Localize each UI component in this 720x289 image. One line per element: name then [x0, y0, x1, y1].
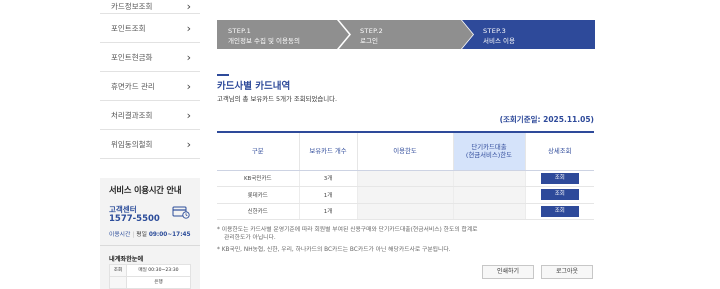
- hours-label: 이용시간: [109, 232, 131, 239]
- view-detail-button[interactable]: 조회: [540, 189, 579, 201]
- detail-cell: 조회: [524, 186, 594, 204]
- sidebar-item-label: 위임동의철회: [111, 139, 153, 149]
- sidebar: 카드정보조회 › 포인트조회 › 포인트현금화 › 휴면카드 관리 › 처리결과…: [100, 0, 200, 289]
- table-header-row: 구분 보유카드 개수 이용한도 단기카드대출 (현금서비스)한도 상세조회: [217, 131, 594, 171]
- table-cell: 매일 00:30~23:30: [125, 264, 192, 277]
- title-accent-bar: [217, 74, 229, 76]
- step-2: STEP.2 로그인: [339, 20, 473, 49]
- detail-cell: 조회: [524, 170, 594, 187]
- service-hours-box: 서비스 이용시간 안내 고객센터 1577-5500 이용시간 | 평일 09:00…: [100, 178, 200, 289]
- table-row: 은행: [109, 276, 192, 289]
- view-detail-button[interactable]: 조회: [540, 172, 579, 184]
- sidebar-item-label: 휴면카드 관리: [111, 81, 155, 91]
- table-cell: [109, 276, 127, 289]
- sidebar-item-consent-withdraw[interactable]: 위임동의철회 ›: [100, 130, 200, 159]
- sidebar-item-card-info[interactable]: 카드정보조회 ›: [100, 0, 200, 14]
- sidebar-item-point-inquiry[interactable]: 포인트조회 ›: [100, 14, 200, 43]
- header-cash-service-limit: 단기카드대출 (현금서비스)한도: [452, 131, 525, 171]
- sidebar-item-point-cash[interactable]: 포인트현금화 ›: [100, 43, 200, 72]
- view-detail-button[interactable]: 조회: [540, 205, 579, 217]
- sidebar-item-label: 카드정보조회: [111, 2, 153, 11]
- chevron-right-icon: ›: [186, 0, 191, 13]
- step-1: STEP.1 개인정보 수집 및 이용동의: [217, 20, 349, 49]
- cash-limit-masked: [452, 170, 525, 187]
- chevron-right-icon: ›: [186, 21, 191, 35]
- sidebar-menu: 카드정보조회 › 포인트조회 › 포인트현금화 › 휴면카드 관리 › 처리결과…: [100, 0, 200, 159]
- account-summary-title: 내계좌한눈에: [109, 256, 144, 264]
- chevron-right-icon: ›: [186, 137, 191, 151]
- card-count: 1개: [298, 186, 357, 204]
- result-summary: 고객님의 총 보유카드 5개가 조회되었습니다.: [217, 95, 338, 103]
- table-row: 롯데카드 1개 조회: [217, 186, 594, 204]
- detail-cell: 조회: [524, 203, 594, 220]
- header-usage-limit: 이용한도: [356, 131, 453, 171]
- table-row: 조회 매일 00:30~23:30: [109, 264, 192, 277]
- sidebar-item-label: 포인트조회: [111, 23, 146, 33]
- card-count: 3개: [298, 170, 357, 187]
- page-title: 카드사별 카드내역: [217, 81, 291, 92]
- notes: * 이용한도는 카드사별 운영기준에 따라 회원별 부여된 신용구매와 단기카드…: [217, 226, 587, 254]
- table-cell: 은행: [125, 276, 192, 289]
- divider: [100, 245, 200, 247]
- step-number: STEP.2: [360, 27, 384, 35]
- sidebar-item-label: 포인트현금화: [111, 52, 153, 62]
- sidebar-item-dormant-card[interactable]: 휴면카드 관리 ›: [100, 72, 200, 101]
- table-row: 신한카드 1개 조회: [217, 203, 594, 220]
- step-number: STEP.3: [483, 27, 507, 35]
- service-hours: 이용시간 | 평일 09:00~17:45: [109, 232, 191, 239]
- logout-button[interactable]: 로그아웃: [541, 265, 593, 279]
- print-button[interactable]: 인쇄하기: [482, 265, 534, 279]
- cash-limit-masked: [452, 186, 525, 204]
- step-3-active: STEP.3 서비스 이용: [462, 20, 595, 49]
- hours-days: 평일: [136, 232, 147, 239]
- account-hours-table: 조회 매일 00:30~23:30 은행: [109, 264, 192, 289]
- hours-time: 09:00~17:45: [148, 232, 191, 239]
- card-company: 신한카드: [217, 203, 299, 220]
- chevron-right-icon: ›: [186, 108, 191, 122]
- table-row: KB국민카드 3개 조회: [217, 170, 594, 187]
- card-summary-table: 구분 보유카드 개수 이용한도 단기카드대출 (현금서비스)한도 상세조회 KB…: [217, 131, 594, 220]
- card-count: 1개: [298, 203, 357, 220]
- usage-limit-masked: [356, 186, 453, 204]
- step-name: 서비스 이용: [483, 37, 515, 45]
- usage-limit-masked: [356, 170, 453, 187]
- sidebar-item-result-inquiry[interactable]: 처리결과조회 ›: [100, 101, 200, 130]
- step-name: 로그인: [360, 37, 378, 45]
- header-category: 구분: [217, 131, 299, 171]
- card-icon: [172, 206, 190, 219]
- step-name: 개인정보 수집 및 이용동의: [228, 37, 300, 45]
- sidebar-item-label: 처리결과조회: [111, 110, 153, 120]
- chevron-right-icon: ›: [186, 50, 191, 64]
- chevron-right-icon: ›: [186, 79, 191, 93]
- cash-limit-masked: [452, 203, 525, 220]
- card-company: 롯데카드: [217, 186, 299, 204]
- header-detail: 상세조회: [524, 131, 594, 171]
- service-hours-title: 서비스 이용시간 안내: [109, 185, 182, 195]
- step-number: STEP.1: [228, 27, 252, 35]
- card-company: KB국민카드: [217, 170, 299, 187]
- reference-date: (조회기준일: 2025.11.05): [499, 115, 594, 124]
- header-card-count: 보유카드 개수: [298, 131, 357, 171]
- note-1: * 이용한도는 카드사별 운영기준에 따라 회원별 부여된 신용구매와 단기카드…: [217, 227, 478, 233]
- table-cell: 조회: [109, 264, 127, 277]
- note-2: * KB국민, NH농협, 신한, 우리, 하나카드의 BC카드는 BC카드가 …: [217, 246, 451, 253]
- usage-limit-masked: [356, 203, 453, 220]
- note-1-continued: 관리한도가 아닙니다.: [224, 235, 276, 242]
